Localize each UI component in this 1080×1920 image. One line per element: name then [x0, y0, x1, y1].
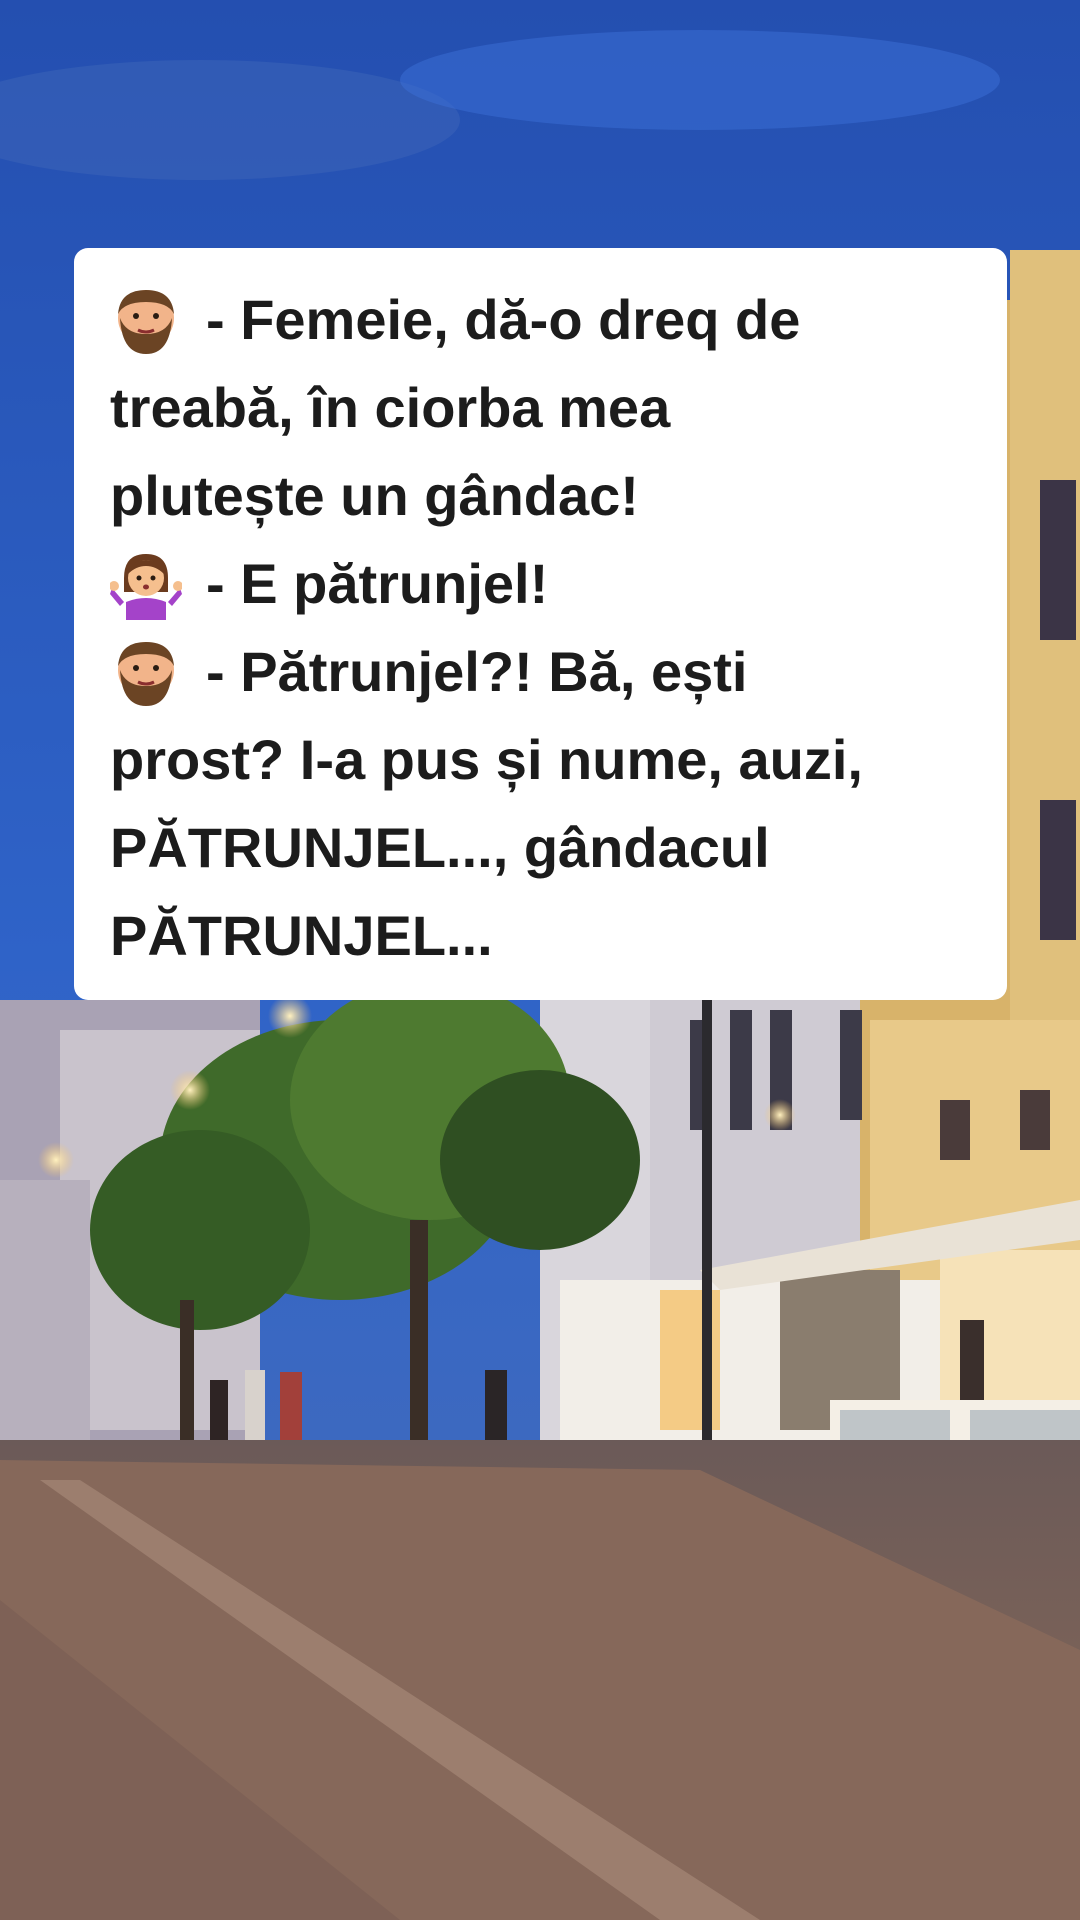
- joke-line-text: - E pătrunjel!: [206, 552, 549, 615]
- joke-line-6: prost? I-a pus și nume, auzi,: [110, 716, 971, 804]
- joke-line-text: PĂTRUNJEL...: [110, 904, 493, 967]
- joke-line-text: PĂTRUNJEL..., gândacul: [110, 816, 770, 879]
- joke-line-5: - Pătrunjel?! Bă, ești: [110, 628, 971, 716]
- joke-line-4: - E pătrunjel!: [109, 540, 971, 628]
- joke-line-3: plutește un gândac!: [110, 452, 971, 540]
- woman-shrugging-icon: [109, 548, 183, 620]
- joke-line-8: PĂTRUNJEL...: [110, 892, 971, 980]
- joke-card: - Femeie, dă-o dreq de treabă, în ciorba…: [74, 248, 1007, 1000]
- joke-line-text: - Pătrunjel?! Bă, ești: [206, 640, 748, 703]
- joke-line-text: - Femeie, dă-o dreq de: [206, 288, 801, 351]
- joke-line-text: treabă, în ciorba mea: [110, 376, 671, 439]
- bearded-man-icon: [110, 284, 182, 356]
- joke-line-text: plutește un gândac!: [110, 464, 639, 527]
- joke-line-2: treabă, în ciorba mea: [110, 364, 971, 452]
- bearded-man-icon: [110, 636, 182, 708]
- joke-line-text: prost? I-a pus și nume, auzi,: [110, 728, 863, 791]
- joke-line-7: PĂTRUNJEL..., gândacul: [110, 804, 971, 892]
- joke-line-1: - Femeie, dă-o dreq de: [110, 276, 971, 364]
